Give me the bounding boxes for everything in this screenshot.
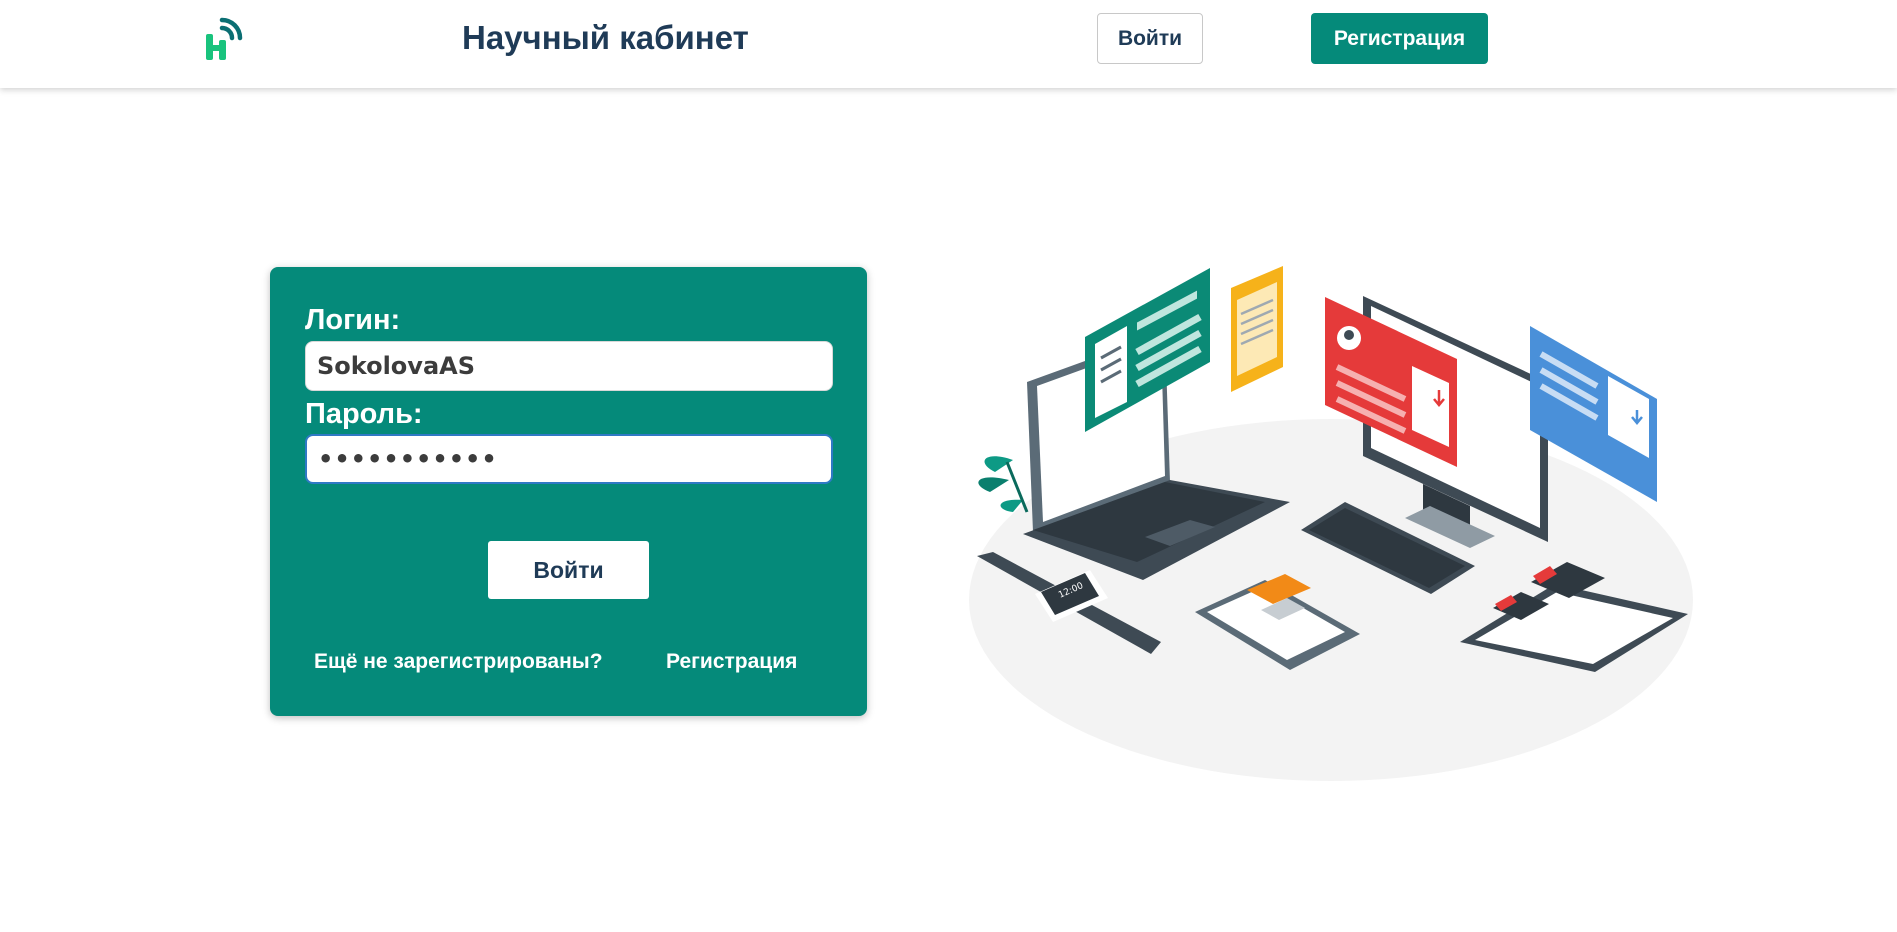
devices-illustration: 12:00 xyxy=(965,262,1695,782)
phone-card-icon xyxy=(1231,266,1283,392)
register-link[interactable]: Регистрация xyxy=(666,649,797,675)
password-input[interactable] xyxy=(305,434,833,484)
plant-icon xyxy=(978,456,1029,513)
site-title: Научный кабинет xyxy=(462,19,749,56)
not-registered-text: Ещё не зарегистрированы? xyxy=(314,650,603,673)
submit-login-button[interactable]: Войти xyxy=(488,541,649,599)
header-login-button[interactable]: Войти xyxy=(1097,13,1203,64)
login-form-card: Логин: Пароль: Войти Ещё не зарегистриро… xyxy=(270,267,867,716)
password-label: Пароль: xyxy=(305,398,423,430)
login-label: Логин: xyxy=(305,304,401,336)
header-register-button[interactable]: Регистрация xyxy=(1311,13,1488,64)
login-input[interactable] xyxy=(305,341,833,391)
top-header: Научный кабинет Войти Регистрация xyxy=(0,0,1897,88)
hub-logo-icon[interactable] xyxy=(202,16,252,64)
